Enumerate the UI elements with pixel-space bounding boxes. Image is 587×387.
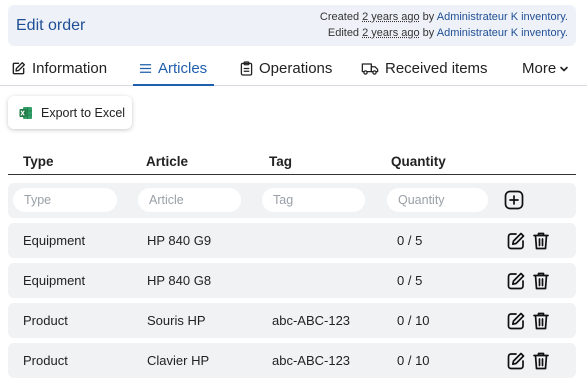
table-row: Equipment HP 840 G8 0 / 5	[8, 263, 576, 298]
header-divider	[8, 174, 576, 175]
edit-icon	[12, 61, 26, 75]
cell-article: Clavier HP	[147, 353, 210, 368]
cell-type: Equipment	[23, 233, 86, 248]
export-to-excel-button[interactable]: Export to Excel	[8, 96, 132, 129]
quantity-filter-input[interactable]	[387, 188, 488, 212]
edited-prefix: Edited	[327, 27, 360, 39]
clipboard-icon	[240, 61, 253, 76]
created-line: Created 2 years ago by Administrateur K …	[320, 9, 568, 25]
edit-icon	[507, 232, 525, 249]
edit-icon	[507, 312, 525, 329]
edit-row-button[interactable]	[505, 309, 527, 332]
created-prefix: Created	[319, 11, 360, 23]
add-row-button[interactable]	[503, 189, 525, 211]
delete-row-button[interactable]	[530, 229, 552, 252]
trash-icon	[533, 312, 549, 329]
edit-row-button[interactable]	[505, 349, 527, 372]
excel-icon	[19, 106, 32, 119]
edit-icon	[507, 272, 525, 289]
created-time: 2 years ago	[362, 11, 420, 23]
edited-by: by	[422, 27, 435, 39]
edited-time: 2 years ago	[362, 27, 420, 39]
edit-icon	[507, 352, 525, 369]
type-filter-input[interactable]	[13, 188, 117, 212]
trash-icon	[533, 272, 549, 289]
cell-article: Souris HP	[147, 313, 206, 328]
cell-article: HP 840 G9	[147, 233, 212, 248]
tab-more-label: More	[522, 60, 557, 77]
delete-row-button[interactable]	[530, 309, 552, 332]
cell-article: HP 840 G8	[147, 273, 212, 288]
cell-quantity: 0 / 5	[397, 233, 423, 248]
tab-more[interactable]: More	[522, 52, 569, 85]
delete-row-button[interactable]	[530, 349, 552, 372]
column-header-type[interactable]: Type	[23, 154, 54, 169]
cell-type: Equipment	[23, 273, 86, 288]
table-row: Equipment HP 840 G9 0 / 5	[8, 223, 576, 258]
cell-type: Product	[23, 313, 68, 328]
truck-icon	[361, 63, 379, 75]
tab-articles[interactable]: Articles	[133, 52, 214, 86]
column-header-tag[interactable]: Tag	[269, 154, 292, 169]
column-header-article[interactable]: Article	[146, 154, 188, 169]
edit-row-button[interactable]	[505, 269, 527, 292]
created-by: by	[422, 11, 435, 23]
edited-line: Edited 2 years ago by Administrateur K i…	[320, 25, 568, 41]
cell-quantity: 0 / 10	[397, 313, 430, 328]
edit-row-button[interactable]	[505, 229, 527, 252]
export-label: Export to Excel	[41, 105, 126, 120]
page-header: Edit order Created 2 years ago by Admini…	[8, 5, 576, 46]
tab-information[interactable]: Information	[11, 52, 107, 85]
audit-info: Created 2 years ago by Administrateur K …	[320, 9, 568, 41]
trash-icon	[533, 232, 549, 249]
chevron-down-icon	[560, 66, 568, 71]
cell-quantity: 0 / 10	[397, 353, 430, 368]
created-user-link[interactable]: Administrateur K inventory.	[437, 11, 568, 23]
edited-user-link[interactable]: Administrateur K inventory.	[437, 27, 568, 39]
tab-articles-label: Articles	[158, 59, 208, 77]
trash-icon	[533, 352, 549, 369]
cell-tag: abc-ABC-123	[272, 353, 351, 368]
article-filter-input[interactable]	[138, 188, 241, 212]
tab-bar: Information Articles Operations Received…	[0, 52, 587, 86]
cell-tag: abc-ABC-123	[272, 313, 351, 328]
page-title: Edit order	[16, 17, 86, 34]
list-icon	[139, 63, 152, 73]
table-row: Product Clavier HP abc-ABC-123 0 / 10	[8, 343, 576, 378]
tag-filter-input[interactable]	[262, 188, 365, 212]
plus-square-icon	[504, 190, 524, 210]
tab-received-items[interactable]: Received items	[361, 52, 488, 85]
tab-operations[interactable]: Operations	[240, 52, 332, 85]
column-header-quantity[interactable]: Quantity	[391, 154, 446, 169]
cell-quantity: 0 / 5	[397, 273, 423, 288]
tab-information-label: Information	[32, 60, 108, 77]
table-row: Product Souris HP abc-ABC-123 0 / 10	[8, 303, 576, 338]
tab-received-items-label: Received items	[385, 60, 488, 77]
delete-row-button[interactable]	[530, 269, 552, 292]
cell-type: Product	[23, 353, 68, 368]
filter-row	[8, 183, 576, 218]
tab-operations-label: Operations	[259, 60, 333, 77]
